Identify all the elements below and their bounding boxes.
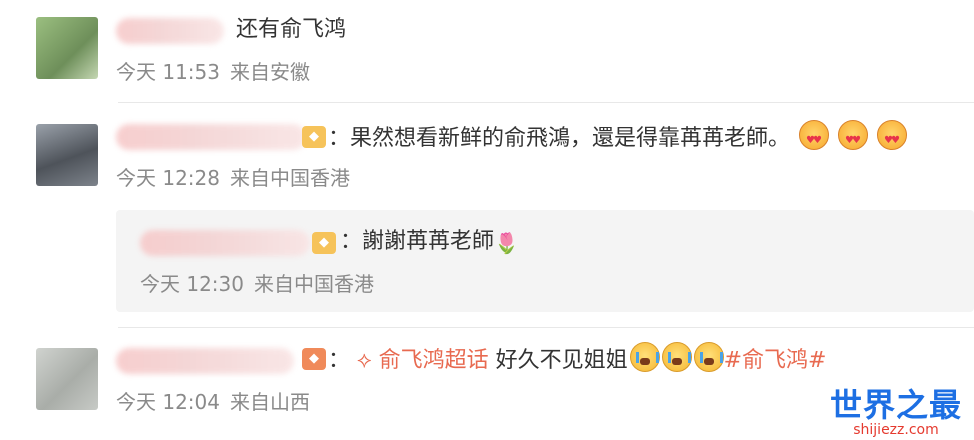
crying-face-emoji xyxy=(629,342,660,372)
crying-face-emoji xyxy=(693,342,724,372)
vip-icon: ◆ xyxy=(312,232,336,254)
username-blurred[interactable] xyxy=(116,18,224,44)
supertopic-link[interactable]: ⟡ 俞飞鸿超话 xyxy=(357,348,496,373)
location: 来自中国香港 xyxy=(230,166,350,190)
timestamp: 今天 12:28 xyxy=(116,166,220,190)
reply-meta: 今天 12:30 来自中国香港 xyxy=(140,270,384,298)
timestamp: 今天 12:30 xyxy=(140,272,244,296)
comment-text-content: 好久不见姐姐 xyxy=(495,348,628,373)
username-blurred[interactable] xyxy=(116,348,294,374)
avatar[interactable] xyxy=(36,17,98,79)
timestamp: 今天 11:53 xyxy=(116,60,220,84)
location: 来自中国香港 xyxy=(254,272,374,296)
location: 来自安徽 xyxy=(230,60,310,84)
love-face-emoji xyxy=(877,120,908,156)
username-blurred[interactable] xyxy=(116,124,306,150)
vip-icon: ◆ xyxy=(302,348,326,370)
reply-text-content: ：謝謝苒苒老師 xyxy=(340,229,495,254)
reply-box: ◆ ：謝謝苒苒老師🌷 今天 12:30 来自中国香港 xyxy=(116,210,974,312)
avatar[interactable] xyxy=(36,348,98,410)
timestamp: 今天 12:04 xyxy=(116,390,220,414)
watermark: 世界之最 shijiezz.com xyxy=(830,380,962,438)
comment-meta: 今天 12:04 来自山西 xyxy=(116,388,320,416)
comment-text-content: ：果然想看新鲜的俞飛鴻，還是得靠苒苒老師。 xyxy=(328,126,791,151)
comment-meta: 今天 12:28 来自中国香港 xyxy=(116,164,360,192)
love-face-emoji xyxy=(799,120,830,156)
comment-text-content: 还有俞飞鸿 xyxy=(236,17,347,42)
comment-text: ： ⟡ 俞飞鸿超话 好久不见姐姐 #俞飞鸿# xyxy=(328,342,826,376)
username-blurred[interactable] xyxy=(140,230,310,256)
comment-meta: 今天 11:53 来自安徽 xyxy=(116,58,320,86)
supertopic-icon: ⟡ xyxy=(357,348,372,373)
love-face-emoji xyxy=(838,120,869,156)
reply-text: ：謝謝苒苒老師🌷 xyxy=(340,227,519,258)
hashtag-link[interactable]: #俞飞鸿# xyxy=(724,348,827,373)
comment-text: ：果然想看新鲜的俞飛鴻，還是得靠苒苒老師。 xyxy=(328,120,908,156)
divider xyxy=(118,327,974,328)
location: 来自山西 xyxy=(230,390,310,414)
comment-prefix: ： xyxy=(328,348,351,373)
tulip-emoji: 🌷 xyxy=(494,231,519,255)
divider xyxy=(118,102,974,103)
comment-text: 还有俞飞鸿 xyxy=(236,15,346,45)
crying-face-emoji xyxy=(661,342,692,372)
watermark-logo: 世界之最 xyxy=(829,386,962,424)
avatar[interactable] xyxy=(36,124,98,186)
vip-icon: ◆ xyxy=(302,126,326,148)
